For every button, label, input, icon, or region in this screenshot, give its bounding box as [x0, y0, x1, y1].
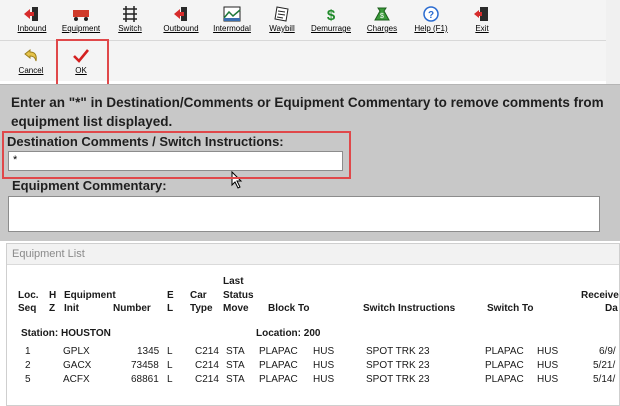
- cell-switch-to: PLAPAC: [485, 346, 524, 357]
- cell-move: STA: [226, 360, 245, 371]
- svg-text:$: $: [380, 13, 384, 20]
- undo-arrow-icon: [24, 48, 37, 62]
- cell-move: STA: [226, 346, 245, 357]
- table-row[interactable]: 2 GACX 73458 L C214 STA PLAPAC HUS SPOT …: [7, 360, 619, 373]
- header-move: Move: [223, 303, 249, 314]
- cell-block-code: HUS: [313, 360, 335, 371]
- destination-highlight-box: [2, 131, 351, 179]
- cell-switch-to: PLAPAC: [485, 360, 524, 371]
- cell-switch-to-code: HUS: [537, 374, 559, 385]
- cell-number: 73458: [131, 360, 159, 371]
- svg-text:$: $: [327, 7, 336, 22]
- header-number: Number: [113, 303, 151, 314]
- cell-block-code: HUS: [313, 374, 335, 385]
- ok-highlight-box: [56, 39, 109, 86]
- cell-block: PLAPAC: [259, 346, 298, 357]
- cell-switch-to: PLAPAC: [485, 374, 524, 385]
- outbound-icon: [174, 7, 187, 21]
- cell-block: PLAPAC: [259, 360, 298, 371]
- waybill-icon: [274, 6, 289, 22]
- cell-switch-instructions: SPOT TRK 23: [366, 374, 430, 385]
- switch-icon: [123, 6, 137, 22]
- header-z: Z: [49, 303, 56, 314]
- cell-block: PLAPAC: [259, 374, 298, 385]
- cell-number: 1345: [137, 346, 160, 357]
- location-label: Location: 200: [256, 328, 321, 339]
- header-switch-instructions: Switch Instructions: [363, 303, 456, 314]
- cell-type: C214: [195, 360, 219, 371]
- intermodal-icon: [223, 6, 241, 22]
- instruction-text: Enter an "*" in Destination/Comments or …: [11, 95, 604, 129]
- help-button[interactable]: ? Help (F1): [412, 2, 450, 38]
- main-toolbar: Inbound Equipment Switch Outbound Interm…: [0, 0, 606, 41]
- equipment-list-title: Equipment List: [12, 248, 85, 260]
- exit-icon: [474, 7, 488, 21]
- cell-seq: 2: [25, 360, 31, 371]
- charges-button[interactable]: $ Charges: [364, 2, 400, 38]
- cell-switch-instructions: SPOT TRK 23: [366, 360, 430, 371]
- cell-number: 68861: [131, 374, 159, 385]
- equipment-icon: [73, 10, 89, 21]
- cell-received: 5/21/: [593, 360, 616, 371]
- cell-init: GPLX: [63, 346, 90, 357]
- header-equipment: Equipment: [64, 290, 116, 301]
- header-received-date: Da: [605, 303, 618, 314]
- cell-el: L: [167, 360, 173, 371]
- cell-el: L: [167, 346, 173, 357]
- cell-seq: 1: [25, 346, 31, 357]
- cell-block-code: HUS: [313, 346, 335, 357]
- equipment-button[interactable]: Equipment: [59, 2, 103, 38]
- header-h: H: [49, 290, 57, 301]
- header-seq: Seq: [18, 303, 37, 314]
- equipment-commentary-input[interactable]: [8, 196, 600, 232]
- cell-received: 5/14/: [593, 374, 616, 385]
- inbound-icon: [24, 7, 38, 21]
- switch-button[interactable]: Switch: [113, 2, 147, 38]
- header-status: Status: [223, 290, 254, 301]
- cell-switch-to-code: HUS: [537, 360, 559, 371]
- table-row[interactable]: 1 GPLX 1345 L C214 STA PLAPAC HUS SPOT T…: [7, 346, 619, 359]
- equipment-list-title-bar: Equipment List: [7, 244, 619, 265]
- help-icon: ?: [423, 6, 439, 22]
- cell-init: GACX: [63, 360, 92, 371]
- cancel-button[interactable]: Cancel: [14, 44, 48, 80]
- cell-el: L: [167, 374, 173, 385]
- equipment-list: Equipment List Loc. Seq H Z Equipment In…: [6, 243, 620, 406]
- header-loc: Loc.: [18, 290, 39, 301]
- cell-switch-to-code: HUS: [537, 346, 559, 357]
- demurrage-button[interactable]: $ Demurrage: [309, 2, 353, 38]
- cell-move: STA: [226, 374, 245, 385]
- header-block-to: Block To: [268, 303, 310, 314]
- header-switch-to: Switch To: [487, 303, 534, 314]
- header-init: Init: [64, 303, 79, 314]
- station-label: Station: HOUSTON: [21, 328, 111, 339]
- cell-received: 6/9/: [599, 346, 616, 357]
- equipment-commentary-label: Equipment Commentary:: [12, 178, 167, 193]
- charges-icon: $: [374, 7, 390, 21]
- cell-type: C214: [195, 374, 219, 385]
- cell-init: ACFX: [63, 374, 90, 385]
- waybill-button[interactable]: Waybill: [265, 2, 299, 38]
- header-type: Type: [190, 303, 213, 314]
- cell-seq: 5: [25, 374, 31, 385]
- table-row[interactable]: 5 ACFX 68861 L C214 STA PLAPAC HUS SPOT …: [7, 374, 619, 387]
- header-car: Car: [190, 290, 207, 301]
- exit-button[interactable]: Exit: [468, 2, 496, 38]
- intermodal-button[interactable]: Intermodal: [210, 2, 254, 38]
- svg-text:?: ?: [428, 10, 434, 21]
- cell-switch-instructions: SPOT TRK 23: [366, 346, 430, 357]
- inbound-button[interactable]: Inbound: [12, 2, 52, 38]
- outbound-button[interactable]: Outbound: [160, 2, 202, 38]
- header-e: E: [167, 290, 174, 301]
- header-last: Last: [223, 276, 244, 287]
- demurrage-icon: $: [327, 7, 336, 22]
- header-received: Receive: [581, 290, 619, 301]
- header-l: L: [167, 303, 174, 314]
- cell-type: C214: [195, 346, 219, 357]
